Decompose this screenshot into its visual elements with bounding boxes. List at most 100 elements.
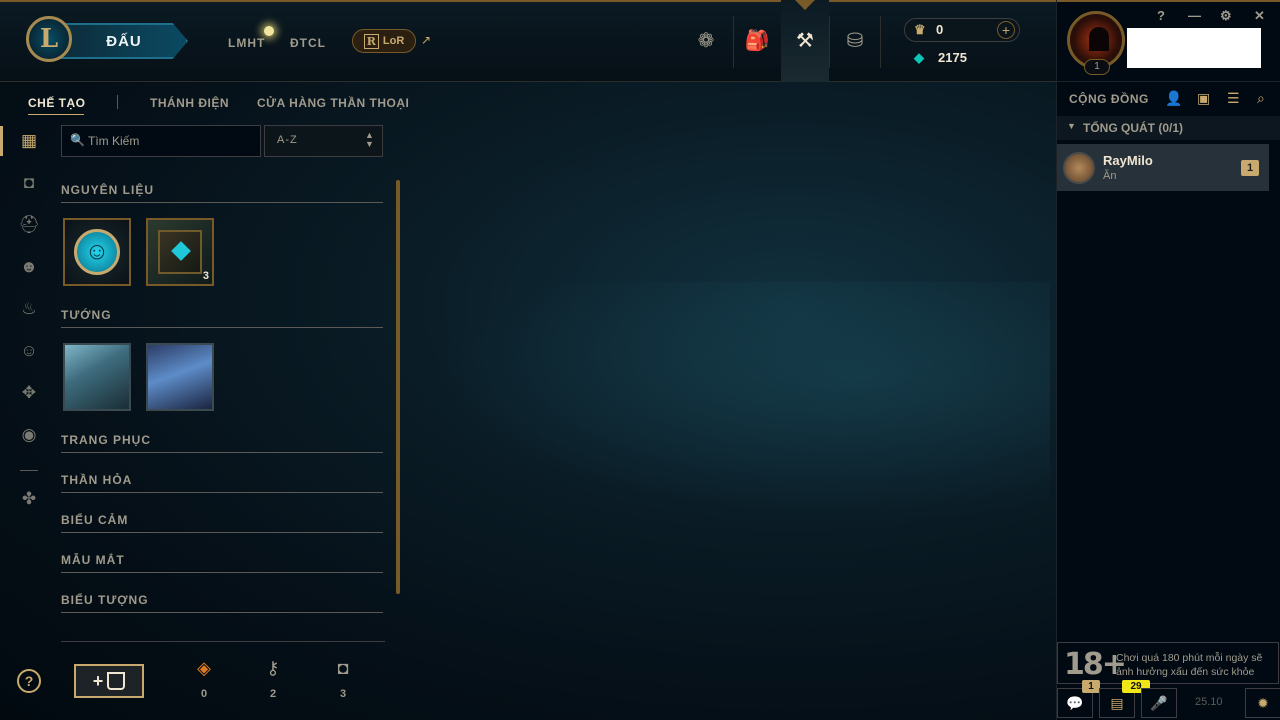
friend-status: Ăn bbox=[1103, 170, 1117, 182]
tab-crafting[interactable]: CHẾ TẠO bbox=[28, 96, 86, 110]
key-icon: ⚷ bbox=[266, 658, 280, 678]
category-emotes[interactable]: BIỂU CẢM bbox=[61, 513, 383, 533]
friend-count-badge: 1 bbox=[1241, 160, 1259, 176]
divider bbox=[20, 470, 38, 471]
minimize-button[interactable]: — bbox=[1188, 8, 1201, 23]
scrollbar[interactable] bbox=[396, 180, 400, 594]
store-coins-icon[interactable]: ⛁ bbox=[837, 22, 873, 58]
orange-essence-icon: ◈ bbox=[197, 658, 211, 678]
add-folder-icon[interactable]: ▣ bbox=[1197, 90, 1210, 107]
social-toolbar: CỘNG ĐỒNG 👤 ▣ ☰ ⌕ bbox=[1057, 86, 1280, 112]
category-label: TRANG PHỤC bbox=[61, 433, 151, 447]
category-label: TƯỚNG bbox=[61, 308, 112, 322]
lor-button[interactable]: R LoR bbox=[352, 29, 416, 53]
blue-essence-icon: ◆ bbox=[914, 50, 924, 65]
champion-helmet-icon[interactable]: ⛑ bbox=[18, 214, 40, 236]
be-amount: 2175 bbox=[938, 50, 967, 65]
category-eyes[interactable]: MẪU MẮT bbox=[61, 553, 383, 573]
play-button[interactable]: ĐẤU bbox=[60, 23, 188, 59]
nav-link-dtcl[interactable]: ĐTCL bbox=[290, 36, 326, 50]
eye-icon[interactable]: ✥ bbox=[18, 382, 40, 404]
orange-essence: ◈ 0 bbox=[189, 658, 219, 700]
list-view-icon[interactable]: ☰ bbox=[1227, 90, 1240, 107]
lor-label: LoR bbox=[382, 35, 405, 47]
profile-icon-icon[interactable]: ◉ bbox=[18, 424, 40, 446]
external-link-icon: ↗ bbox=[421, 33, 432, 47]
divider bbox=[117, 95, 118, 109]
champion-shard-2[interactable] bbox=[146, 343, 214, 411]
category-wards[interactable]: THẦN HỎA bbox=[61, 473, 383, 493]
avatar-emblem bbox=[1089, 27, 1109, 51]
skin-mask-icon[interactable]: ☻ bbox=[18, 256, 40, 278]
social-title: CỘNG ĐỒNG bbox=[1069, 92, 1149, 106]
rp-amount: 0 bbox=[936, 22, 944, 37]
loot-crafting-icon[interactable]: ⚒ bbox=[787, 22, 823, 58]
category-materials[interactable]: NGUYÊN LIỆU bbox=[61, 183, 383, 203]
tab-mythic-shop[interactable]: CỬA HÀNG THẦN THOẠI bbox=[257, 96, 409, 110]
profile-header: 1 ? — ⚙ ✕ bbox=[1057, 0, 1280, 82]
age-warning-text: Chơi quá 180 phút mỗi ngày sẽ ảnh hưởng … bbox=[1116, 652, 1263, 678]
orange-essence-count: 0 bbox=[200, 688, 208, 700]
caret-down-icon: ▼ bbox=[1067, 121, 1076, 131]
search-icon: 🔍 bbox=[70, 133, 85, 147]
category-label: MẪU MẮT bbox=[61, 553, 125, 567]
add-rp-button[interactable]: + bbox=[997, 21, 1015, 39]
rp-icon: ♛ bbox=[914, 22, 926, 37]
friend-entry[interactable]: RayMilo Ăn 1 bbox=[1057, 144, 1269, 191]
ward-flame-icon[interactable]: ♨ bbox=[18, 298, 40, 320]
age-warning: 18+ Chơi quá 180 phút mỗi ngày sẽ ảnh hư… bbox=[1057, 642, 1279, 684]
notification-dot bbox=[264, 26, 274, 36]
chest-count-icon: ◘ bbox=[337, 658, 349, 678]
emote-token-icon: ☺ bbox=[74, 229, 120, 275]
loot-item-hextech-chest[interactable]: 3 bbox=[146, 218, 214, 286]
category-skins[interactable]: TRANG PHỤC bbox=[61, 433, 383, 453]
updown-chevron-icon: ▲ ▼ bbox=[365, 130, 374, 149]
tab-sanctum[interactable]: THÁNH ĐIỆN bbox=[150, 96, 229, 110]
add-chest-button[interactable]: + bbox=[74, 664, 144, 698]
loot-item-emote[interactable]: ☺ bbox=[63, 218, 131, 286]
profile-bag-icon[interactable]: 🎒 bbox=[739, 22, 775, 58]
lor-icon: R bbox=[363, 33, 379, 49]
chest-icon bbox=[107, 672, 126, 690]
sort-dropdown[interactable]: A-Z ▲ ▼ bbox=[264, 125, 383, 157]
friend-name: RayMilo bbox=[1103, 153, 1153, 168]
close-button[interactable]: ✕ bbox=[1254, 8, 1265, 24]
league-logo[interactable]: L bbox=[26, 16, 72, 62]
chat-badge: 1 bbox=[1082, 680, 1100, 693]
home-lotus-icon[interactable]: ❁ bbox=[688, 22, 724, 58]
category-label: BIỂU CẢM bbox=[61, 513, 129, 527]
friend-group-header[interactable]: ▼ TỔNG QUÁT (0/1) bbox=[1057, 116, 1280, 140]
friend-avatar bbox=[1063, 152, 1095, 184]
bug-report-icon[interactable]: ✹ bbox=[1245, 688, 1280, 718]
category-icons[interactable]: BIỂU TƯỢNG bbox=[61, 593, 383, 613]
help-window-button[interactable]: ? bbox=[1157, 8, 1165, 23]
search-input[interactable] bbox=[88, 132, 256, 150]
category-label: THẦN HỎA bbox=[61, 473, 133, 487]
social-bottom-bar: 💬 1 ▤ 29 🎤 25.10 ✹ bbox=[1057, 680, 1280, 720]
key-count: 2 bbox=[269, 688, 277, 700]
divider bbox=[61, 641, 385, 642]
divider bbox=[880, 16, 881, 68]
keys: ⚷ 2 bbox=[258, 658, 288, 700]
emote-face-icon[interactable]: ☺ bbox=[18, 340, 40, 362]
category-label: NGUYÊN LIỆU bbox=[61, 183, 155, 197]
champion-shard-1[interactable] bbox=[63, 343, 131, 411]
rail-active-indicator bbox=[0, 126, 3, 156]
search-box[interactable]: 🔍 bbox=[61, 125, 261, 157]
nav-link-lmht[interactable]: LMHT bbox=[228, 36, 265, 50]
social-panel: 1 ? — ⚙ ✕ CỘNG ĐỒNG 👤 ▣ ☰ ⌕ ▼ TỔNG QUÁT … bbox=[1056, 0, 1280, 720]
all-items-grid-icon[interactable]: ▦ bbox=[18, 130, 40, 152]
chest-icon[interactable]: ◘ bbox=[18, 172, 40, 194]
category-champions[interactable]: TƯỚNG bbox=[61, 308, 383, 328]
sort-value: A-Z bbox=[277, 134, 298, 146]
divider bbox=[829, 16, 830, 68]
voice-mic-icon[interactable]: 🎤 bbox=[1141, 688, 1177, 718]
category-label: BIỂU TƯỢNG bbox=[61, 593, 149, 607]
help-button[interactable]: ? bbox=[17, 669, 41, 693]
misc-crest-icon[interactable]: ✤ bbox=[18, 488, 40, 510]
group-title: TỔNG QUÁT (0/1) bbox=[1083, 121, 1184, 135]
add-friend-icon[interactable]: 👤 bbox=[1165, 90, 1182, 107]
plus-icon: + bbox=[92, 670, 104, 691]
settings-gear-icon[interactable]: ⚙ bbox=[1220, 8, 1232, 24]
search-friends-icon[interactable]: ⌕ bbox=[1257, 90, 1265, 107]
